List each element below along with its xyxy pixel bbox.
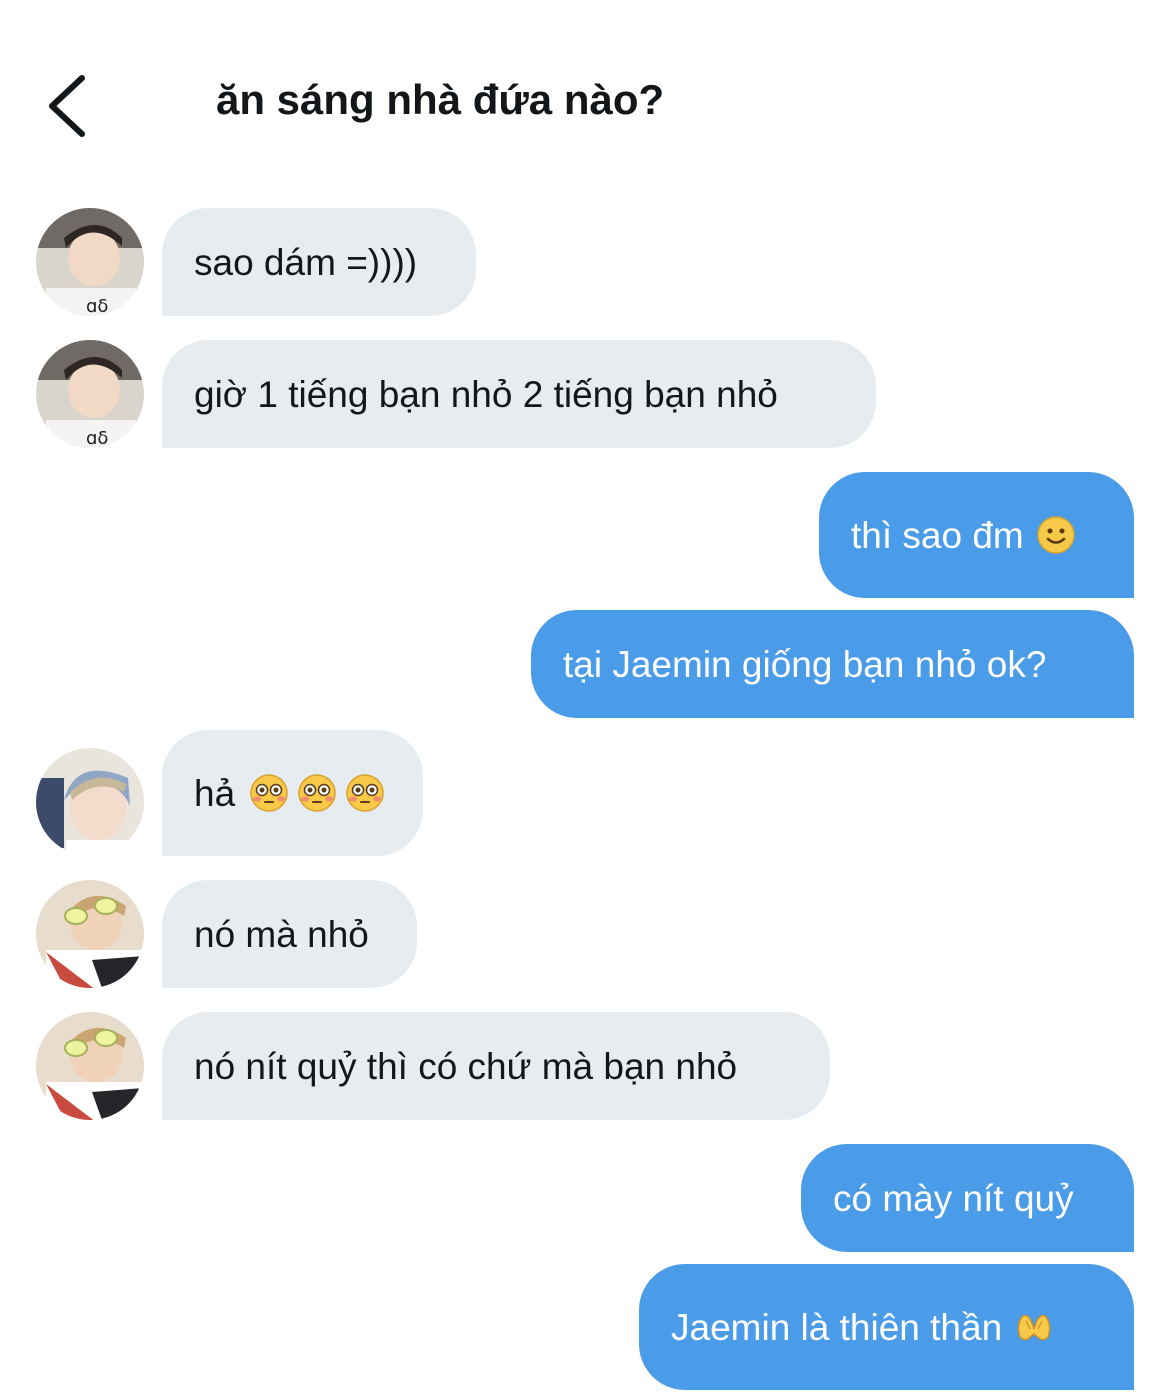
conversation-title: ăn sáng nhà đứa nào?	[216, 76, 665, 123]
message-text: nó nít quỷ thì có chứ mà bạn nhỏ	[194, 1045, 738, 1087]
message-text: thì sao đm	[851, 514, 1024, 556]
chevron-left-icon	[49, 75, 85, 137]
message-bubble-outgoing[interactable]: tại Jaemin giống bạn nhỏ ok?	[531, 610, 1134, 718]
message-text: có mày nít quỷ	[833, 1177, 1074, 1219]
emoji-group	[249, 773, 385, 813]
back-button[interactable]	[38, 70, 98, 140]
message-bubble-outgoing[interactable]: thì sao đm	[819, 472, 1134, 598]
avatar[interactable]	[36, 748, 144, 856]
message-text: giờ 1 tiếng bạn nhỏ 2 tiếng bạn nhỏ	[194, 373, 778, 415]
avatar[interactable]	[36, 1012, 144, 1120]
message-bubble-incoming[interactable]: giờ 1 tiếng bạn nhỏ 2 tiếng bạn nhỏ	[162, 340, 876, 448]
message-bubble-outgoing[interactable]: có mày nít quỷ	[801, 1144, 1134, 1252]
message-bubble-incoming[interactable]: nó mà nhỏ	[162, 880, 417, 988]
message-bubble-incoming[interactable]: nó nít quỷ thì có chứ mà bạn nhỏ	[162, 1012, 830, 1120]
flushed-face-icon	[298, 774, 336, 812]
message-text: sao dám =))))	[194, 241, 418, 283]
avatar[interactable]	[36, 880, 144, 988]
message-bubble-incoming[interactable]: hả	[162, 730, 423, 856]
avatar[interactable]: ɑδ	[36, 208, 144, 316]
flushed-face-icon	[346, 774, 384, 812]
message-text: Jaemin là thiên thần	[671, 1306, 1003, 1348]
message-bubble-incoming[interactable]: sao dám =))))	[162, 208, 476, 316]
message-text: nó mà nhỏ	[194, 913, 369, 955]
heart-hands-icon	[1017, 1314, 1051, 1341]
avatar[interactable]: ɑδ	[36, 340, 144, 448]
message-bubble-outgoing[interactable]: Jaemin là thiên thần	[639, 1264, 1134, 1390]
chat-header: ăn sáng nhà đứa nào?	[0, 0, 1169, 180]
message-text: tại Jaemin giống bạn nhỏ ok?	[563, 643, 1047, 685]
flushed-face-icon	[250, 774, 288, 812]
svg-text:ɑδ: ɑδ	[86, 296, 108, 316]
message-text: hả	[194, 772, 236, 814]
svg-text:ɑδ: ɑδ	[86, 428, 108, 448]
slightly-smiling-face-icon	[1037, 516, 1075, 554]
